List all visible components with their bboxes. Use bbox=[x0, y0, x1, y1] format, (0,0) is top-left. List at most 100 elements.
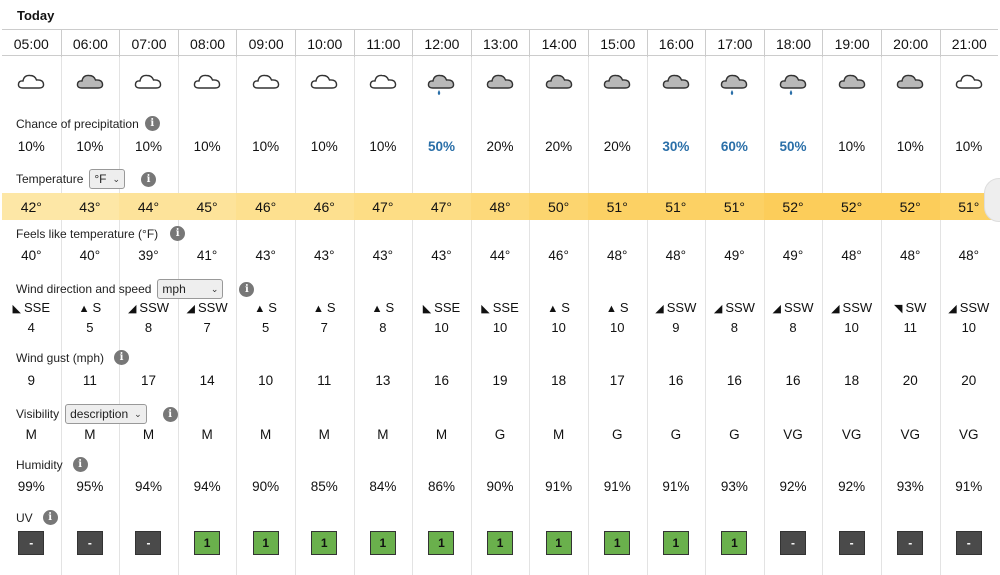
hour-cell[interactable]: 08:00 bbox=[177, 30, 237, 57]
visibility-cell: G bbox=[494, 427, 506, 442]
gust-cell: 17 bbox=[140, 373, 156, 388]
wind-direction: ▲ S bbox=[254, 300, 277, 315]
visibility-label-text: Visibility bbox=[16, 407, 60, 421]
gust-cell: 13 bbox=[375, 373, 391, 388]
feels-like-cell: 49° bbox=[724, 248, 745, 263]
precip-row: 10% 10% 10% 10% 10% 10% 10% 50% 20% 20% 20% 30% 60% 5… bbox=[2, 139, 998, 154]
info-icon[interactable]: i bbox=[170, 226, 186, 241]
hour-cell[interactable]: 13:00 bbox=[470, 30, 530, 57]
wind-unit-select[interactable]: mph ⌄ bbox=[157, 279, 224, 299]
wind-arrow-icon: ◢ bbox=[127, 303, 137, 315]
visibility-mode-select[interactable]: description ⌄ bbox=[65, 404, 147, 424]
wind-unit-value: mph bbox=[162, 282, 186, 296]
hour-cell[interactable]: 06:00 bbox=[60, 30, 120, 57]
uv-badge: 1 bbox=[721, 531, 748, 555]
wind-direction: ◣ SSE bbox=[481, 300, 518, 315]
hour-cell[interactable]: 07:00 bbox=[119, 30, 178, 57]
temperature-cell: 48° bbox=[470, 193, 530, 220]
hour-cell[interactable]: 17:00 bbox=[705, 30, 764, 57]
cloud-grey-icon bbox=[61, 69, 120, 97]
wind-direction-text: SSW bbox=[842, 300, 873, 315]
temperature-cell: 43° bbox=[60, 193, 120, 220]
feels-like-cell: 41° bbox=[196, 248, 218, 263]
wind-speed: 10 bbox=[844, 320, 859, 335]
uv-cell: - bbox=[764, 531, 823, 555]
uv-cell: - bbox=[119, 531, 178, 555]
visibility-cell: VG bbox=[783, 427, 803, 442]
feels-like-cell: 43° bbox=[431, 248, 452, 263]
wind-cell: ▲ S 8 bbox=[354, 300, 413, 335]
wind-arrow-icon: ◢ bbox=[186, 303, 195, 315]
wind-speed: 5 bbox=[86, 320, 94, 335]
visibility-cell: M bbox=[553, 427, 565, 442]
temperature-cell: 45° bbox=[177, 193, 237, 220]
precip-cell: 10% bbox=[193, 139, 221, 154]
hour-cell[interactable]: 16:00 bbox=[646, 30, 706, 57]
wind-cell: ◢ SSW 8 bbox=[119, 300, 178, 335]
chevron-down-icon: ⌄ bbox=[134, 408, 142, 419]
gust-cell: 20 bbox=[902, 373, 918, 388]
info-icon[interactable]: i bbox=[141, 171, 157, 187]
hour-cell[interactable]: 20:00 bbox=[880, 30, 940, 57]
hour-cell[interactable]: 10:00 bbox=[294, 30, 354, 57]
humidity-cell: 91% bbox=[662, 479, 690, 494]
precip-label-text: Chance of precipitation bbox=[16, 116, 139, 131]
uv-cell: 1 bbox=[705, 531, 764, 555]
visibility-cell: M bbox=[318, 427, 330, 442]
cloud-outline-icon bbox=[940, 69, 999, 97]
hour-cell[interactable]: 12:00 bbox=[412, 30, 471, 57]
wind-cell: ▲ S 10 bbox=[529, 300, 588, 335]
humidity-cell: 90% bbox=[252, 479, 280, 494]
hour-cell[interactable]: 18:00 bbox=[763, 30, 823, 57]
humidity-cell: 99% bbox=[17, 479, 45, 494]
hour-cell[interactable]: 05:00 bbox=[2, 30, 61, 57]
chevron-down-icon: ⌄ bbox=[112, 173, 121, 184]
visibility-cell: G bbox=[729, 427, 740, 442]
hour-cell[interactable]: 09:00 bbox=[236, 30, 295, 57]
temperature-row: 42° 43° 44° 45° 46° 46° 47° 47° 48° 50° 51° 51° 51° 5… bbox=[2, 193, 1000, 220]
uv-cell: 1 bbox=[471, 531, 530, 555]
info-icon[interactable]: i bbox=[72, 457, 88, 472]
wind-arrow-icon: ◢ bbox=[948, 303, 957, 315]
hour-cell[interactable]: 21:00 bbox=[939, 30, 999, 57]
wind-speed: 10 bbox=[434, 320, 449, 335]
feels-like-cell: 40° bbox=[79, 248, 101, 263]
hour-cell[interactable]: 14:00 bbox=[529, 30, 588, 57]
hour-cell[interactable]: 15:00 bbox=[587, 30, 647, 57]
wind-speed: 8 bbox=[379, 320, 387, 335]
temperature-cell: 52° bbox=[763, 193, 823, 220]
precip-cell: 10% bbox=[369, 139, 397, 154]
info-icon[interactable]: i bbox=[144, 116, 160, 131]
hour-cell[interactable]: 19:00 bbox=[822, 30, 881, 57]
wind-direction-text: SSW bbox=[959, 300, 990, 315]
wind-direction: ▲ S bbox=[79, 300, 102, 315]
wind-row: ◣ SSE 4 ▲ S 5 ◢ SSW 8 ◢ SSW 7 ▲ S 5 ▲ S 7 ▲ S 8 ◣ SSE 10 ◣ SSE 10 ▲… bbox=[2, 300, 998, 335]
humidity-label-text: Humidity bbox=[16, 457, 63, 472]
wind-direction: ▲ S bbox=[547, 300, 570, 315]
info-icon[interactable]: i bbox=[162, 406, 178, 422]
uv-cell: 1 bbox=[178, 531, 237, 555]
hour-cell[interactable]: 11:00 bbox=[353, 30, 413, 57]
info-icon[interactable]: i bbox=[114, 350, 130, 365]
temperature-unit-value: °F bbox=[94, 172, 107, 186]
visibility-cell: M bbox=[201, 427, 213, 442]
scroll-right-handle[interactable] bbox=[984, 178, 1000, 222]
precip-cell: 10% bbox=[134, 139, 162, 154]
precip-cell: 50% bbox=[779, 139, 807, 154]
precip-cell: 20% bbox=[603, 139, 631, 154]
wind-direction-text: S bbox=[326, 300, 336, 315]
temperature-unit-select[interactable]: °F ⌄ bbox=[89, 169, 126, 189]
visibility-cell: M bbox=[377, 427, 389, 442]
cloud-rain-icon bbox=[764, 69, 823, 97]
wind-speed: 8 bbox=[789, 320, 797, 335]
wind-speed: 9 bbox=[672, 320, 680, 335]
info-icon[interactable]: i bbox=[42, 510, 58, 525]
wind-direction: ◢ SSW bbox=[128, 300, 169, 315]
precip-cell: 10% bbox=[955, 139, 983, 154]
uv-badge: 1 bbox=[487, 531, 514, 555]
info-icon[interactable]: i bbox=[239, 281, 255, 297]
wind-direction: ◢ SSW bbox=[948, 300, 989, 315]
humidity-cell: 92% bbox=[779, 479, 807, 494]
wind-direction: ▲ S bbox=[372, 300, 395, 315]
wind-speed: 10 bbox=[610, 320, 625, 335]
